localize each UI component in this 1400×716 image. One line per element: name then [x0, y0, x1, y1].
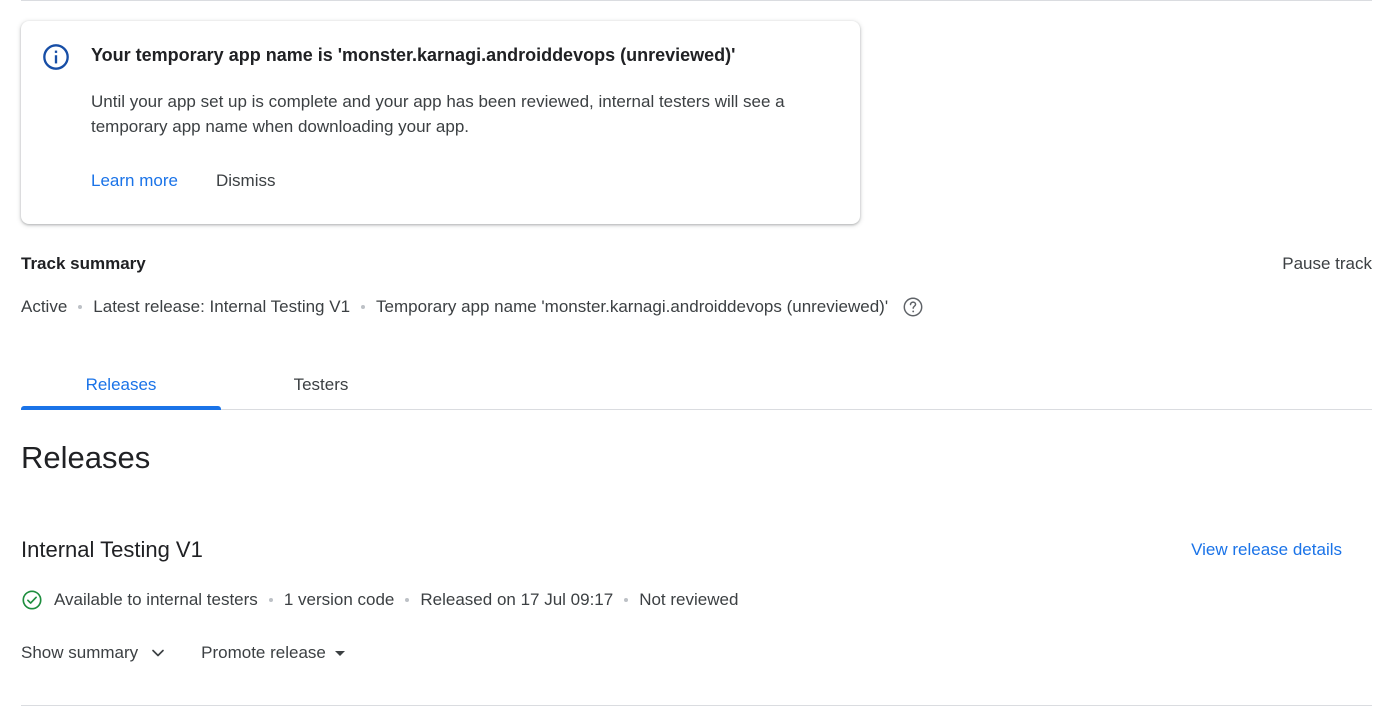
tab-testers[interactable]: Testers — [221, 360, 421, 409]
track-tabs: Releases Testers — [21, 360, 1372, 410]
release-meta: Available to internal testers 1 version … — [21, 589, 738, 611]
releases-heading: Releases — [21, 440, 151, 475]
promote-release-label: Promote release — [201, 643, 326, 662]
notice-body: Until your app set up is complete and yo… — [91, 92, 785, 136]
release-name: Internal Testing V1 — [21, 537, 203, 562]
separator-dot — [361, 305, 366, 309]
track-summary-heading: Track summary — [21, 254, 146, 273]
show-summary-label: Show summary — [21, 643, 139, 662]
temporary-app-name: Temporary app name 'monster.karnagi.andr… — [376, 297, 889, 316]
caret-down-icon — [334, 651, 345, 656]
pause-track-button[interactable]: Pause track — [1282, 254, 1372, 274]
tab-releases[interactable]: Releases — [21, 360, 221, 409]
version-code-count: 1 version code — [283, 590, 395, 609]
learn-more-link[interactable]: Learn more — [91, 171, 178, 191]
release-date: Released on 17 Jul 09:17 — [420, 590, 614, 609]
temporary-name-notice: Your temporary app name is 'monster.karn… — [21, 21, 860, 224]
tab-label: Testers — [293, 374, 349, 394]
separator-dot — [405, 598, 410, 602]
view-release-details-link[interactable]: View release details — [1191, 540, 1342, 560]
show-summary-button[interactable]: Show summary — [21, 643, 168, 663]
help-circle-icon[interactable] — [902, 296, 924, 318]
active-tab-indicator — [21, 406, 221, 410]
separator-dot — [624, 598, 629, 602]
track-status: Active — [21, 297, 68, 316]
info-icon — [43, 44, 69, 70]
tab-label: Releases — [85, 374, 157, 394]
chevron-down-icon — [152, 649, 164, 657]
review-status: Not reviewed — [639, 590, 739, 609]
separator-dot — [78, 305, 83, 309]
release-actions: Show summary Promote release — [21, 642, 348, 664]
availability-status: Available to internal testers — [54, 590, 258, 609]
check-circle-icon — [22, 590, 42, 610]
bottom-divider — [21, 705, 1372, 706]
track-meta: Active Latest release: Internal Testing … — [21, 296, 924, 318]
top-divider — [21, 0, 1372, 1]
notice-title: Your temporary app name is 'monster.karn… — [91, 45, 736, 65]
separator-dot — [268, 598, 273, 602]
promote-release-dropdown[interactable]: Promote release — [201, 643, 348, 663]
dismiss-button[interactable]: Dismiss — [216, 171, 276, 191]
latest-release: Latest release: Internal Testing V1 — [93, 297, 351, 316]
